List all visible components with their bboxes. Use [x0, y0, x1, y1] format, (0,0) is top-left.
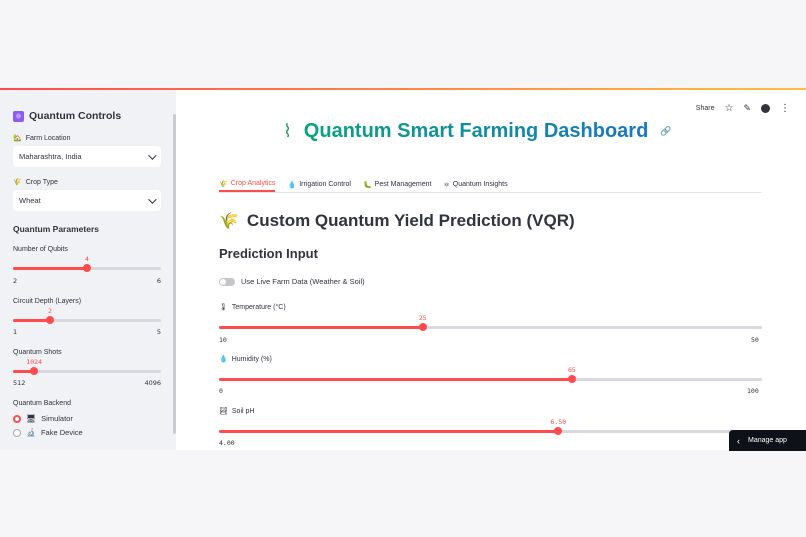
radio-button[interactable] [13, 428, 21, 437]
qubits-label: Number of Qubits [13, 246, 68, 253]
sidebar-title-text: Quantum Controls [29, 110, 122, 122]
section-title: 🌾 Custom Quantum Yield Prediction (VQR) [219, 211, 575, 230]
atom-icon: ⚛ [443, 181, 450, 189]
slider-thumb[interactable] [30, 367, 39, 375]
slider-value: 4 [85, 255, 89, 263]
share-button[interactable]: Share [696, 105, 715, 112]
qubits-max: 6 [156, 277, 161, 285]
sidebar-title: ⚛ Quantum Controls [13, 110, 121, 122]
toggle-switch[interactable] [219, 277, 235, 286]
slider-fill [219, 430, 559, 433]
temperature-slider[interactable]: 25 [219, 314, 762, 336]
slider-value: 2 [48, 307, 52, 315]
tab-quantum-insights[interactable]: ⚛ Quantum Insights [443, 177, 507, 192]
temperature-min: 10 [219, 336, 227, 344]
depth-min: 1 [13, 328, 18, 336]
microscope-icon: 🔬 [26, 428, 36, 437]
backend-label: Quantum Backend [13, 400, 71, 407]
plant-icon: ⌇ [283, 121, 292, 141]
slider-value: 1024 [26, 358, 42, 366]
water-drop-icon: 💧 [219, 356, 228, 363]
chevron-down-icon [148, 150, 157, 160]
crop-icon: 🌾 [13, 179, 22, 186]
slider-fill [219, 378, 572, 381]
soil-ph-slider[interactable]: 6.50 [219, 418, 762, 440]
slider-thumb[interactable] [567, 375, 576, 383]
slider-value: 65 [568, 366, 576, 374]
edit-icon[interactable]: ✎ [743, 103, 751, 114]
backend-option-simulator[interactable]: 🖥 Simulator [13, 414, 73, 423]
main-content: Share ☆ ✎ ⋮ ⌇ Quantum Smart Farming Dash… [176, 90, 806, 450]
slider-fill [219, 326, 423, 329]
shots-min: 512 [13, 379, 26, 387]
tab-pest-management[interactable]: 🐛 Pest Management [363, 177, 432, 192]
soil-ph-min: 4.00 [219, 439, 235, 447]
slider-thumb[interactable] [46, 316, 54, 324]
depth-max: 5 [156, 328, 161, 336]
computer-icon: 🖥 [26, 414, 37, 423]
app-toolbar: Share ☆ ✎ ⋮ [696, 103, 790, 114]
temperature-max: 50 [751, 336, 759, 344]
slider-thumb[interactable] [418, 323, 427, 331]
tab-bar: 🌾 Crop Analytics 💧 Irrigation Control 🐛 … [219, 177, 762, 193]
depth-slider[interactable]: 2 [13, 307, 161, 329]
depth-label: Circuit Depth (Layers) [13, 298, 82, 305]
slider-value: 6.50 [550, 418, 567, 426]
thermometer-icon: 🌡 [219, 304, 228, 311]
page-title-text: Quantum Smart Farming Dashboard [303, 120, 649, 142]
live-data-toggle[interactable]: Use Live Farm Data (Weather & Soil) [219, 277, 365, 286]
humidity-max: 100 [747, 387, 759, 395]
manage-app-button[interactable]: ‹ Manage app [729, 430, 806, 451]
shots-slider[interactable]: 1024 [13, 358, 161, 380]
humidity-min: 0 [219, 387, 223, 395]
slider-thumb[interactable] [554, 427, 563, 435]
more-options-icon[interactable]: ⋮ [780, 103, 790, 114]
tab-crop-analytics[interactable]: 🌾 Crop Analytics [219, 177, 276, 192]
crop-type-label: 🌾 Crop Type [13, 178, 58, 187]
subsection-title: Prediction Input [219, 246, 318, 261]
farm-icon: 🏡 [13, 135, 22, 142]
slider-fill [13, 319, 50, 322]
tab-irrigation-control[interactable]: 💧 Irrigation Control [287, 177, 350, 192]
sidebar: ⚛ Quantum Controls 🏡 Farm Location Mahar… [0, 90, 176, 450]
shots-label: Quantum Shots [13, 349, 62, 356]
bug-icon: 🐛 [362, 181, 372, 189]
atom-icon: ⚛ [13, 110, 24, 122]
humidity-slider[interactable]: 65 [219, 366, 762, 388]
app-frame: ⚛ Quantum Controls 🏡 Farm Location Mahar… [0, 88, 806, 450]
quantum-parameters-heading: Quantum Parameters [13, 224, 99, 234]
humidity-label: 💧 Humidity (%) [219, 355, 272, 364]
radio-button[interactable] [13, 414, 21, 423]
qubits-slider[interactable]: 4 [13, 255, 161, 277]
temperature-label: 🌡 Temperature (°C) [219, 303, 286, 312]
star-icon[interactable]: ☆ [724, 103, 733, 114]
chevron-down-icon [148, 194, 157, 204]
farm-location-select[interactable]: Maharashtra, India [13, 146, 161, 167]
wheat-icon: 🌾 [219, 213, 239, 230]
page-title: ⌇ Quantum Smart Farming Dashboard 🔗 [283, 120, 672, 143]
soil-icon: 🏞 [219, 408, 228, 415]
slider-value: 25 [418, 314, 427, 322]
farm-location-label: 🏡 Farm Location [13, 134, 71, 143]
github-icon[interactable] [761, 104, 770, 113]
link-icon[interactable]: 🔗 [660, 126, 671, 137]
soil-ph-label: 🏞 Soil pH [219, 407, 255, 416]
chevron-left-icon: ‹ [737, 435, 740, 446]
backend-option-fake-device[interactable]: 🔬 Fake Device [13, 428, 83, 437]
qubits-min: 2 [13, 277, 18, 285]
shots-max: 4096 [144, 379, 161, 387]
crop-type-select[interactable]: Wheat [13, 190, 161, 211]
slider-fill [13, 267, 87, 270]
water-drop-icon: 💧 [287, 181, 297, 189]
slider-thumb[interactable] [83, 264, 91, 272]
plant-icon: 🌾 [219, 180, 228, 188]
